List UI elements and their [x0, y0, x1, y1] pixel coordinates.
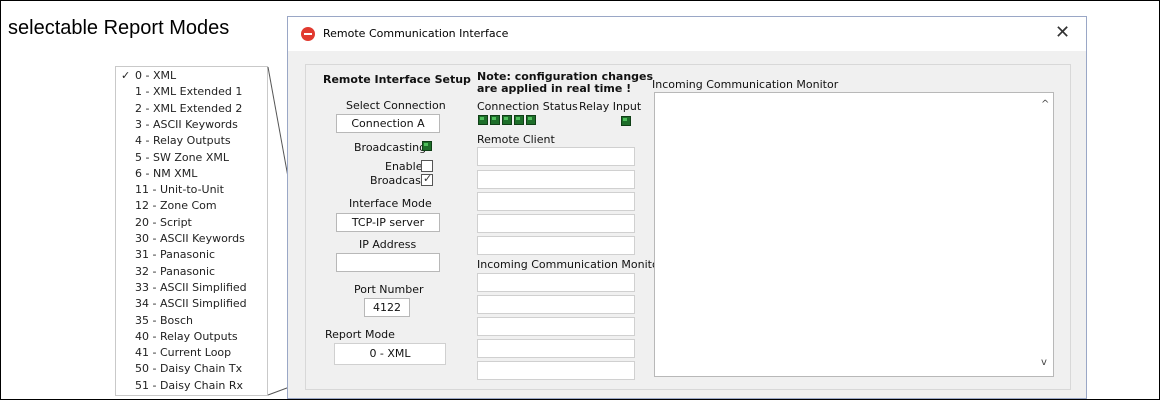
ip-address-input[interactable]: [336, 253, 440, 272]
scroll-up-icon[interactable]: ^: [1041, 99, 1049, 110]
incoming-monitor-textarea[interactable]: ^ v: [654, 92, 1054, 377]
checkmark-icon: ✓: [423, 172, 433, 185]
connection-status-led-icon: [514, 115, 524, 125]
connection-status-label: Connection Status: [477, 100, 578, 113]
broadcasting-label: Broadcasting: [354, 141, 427, 154]
setup-heading: Remote Interface Setup: [323, 73, 471, 86]
remote-communication-dialog: Remote Communication Interface ✕ Remote …: [287, 16, 1087, 399]
enable-label: Enable: [385, 160, 423, 173]
remote-client-label: Remote Client: [477, 133, 555, 146]
incoming-monitor-field: [477, 295, 635, 314]
close-icon[interactable]: ✕: [1055, 23, 1070, 43]
relay-input-led-icon: [621, 116, 631, 126]
incoming-monitor-field: [477, 273, 635, 292]
incoming-monitor-field: [477, 317, 635, 336]
connection-status-led-icon: [490, 115, 500, 125]
interface-mode-field[interactable]: TCP-IP server: [336, 213, 440, 232]
remote-client-field: [477, 170, 635, 189]
connection-status-led-icon: [502, 115, 512, 125]
ip-address-label: IP Address: [359, 238, 417, 251]
note-line-2: are applied in real time !: [477, 82, 632, 95]
port-number-input[interactable]: 4122: [364, 298, 410, 317]
enable-checkbox[interactable]: [421, 160, 433, 172]
window-title: Remote Communication Interface: [323, 27, 509, 40]
incoming-monitor-label-small: Incoming Communication Monitor: [477, 258, 664, 271]
relay-input-label: Relay Input: [579, 100, 642, 113]
remote-client-field: [477, 214, 635, 233]
title-bar[interactable]: Remote Communication Interface ✕: [288, 17, 1086, 51]
connection-status-led-icon: [526, 115, 536, 125]
interface-mode-label: Interface Mode: [349, 197, 432, 210]
incoming-monitor-field: [477, 339, 635, 358]
broadcast-label: Broadcast: [370, 174, 426, 187]
connection-status-led-icon: [478, 115, 488, 125]
broadcast-checkbox[interactable]: ✓: [421, 172, 433, 186]
remote-client-field: [477, 147, 635, 166]
select-connection-field[interactable]: Connection A: [336, 114, 440, 133]
remote-client-field: [477, 192, 635, 211]
report-mode-label: Report Mode: [325, 328, 395, 341]
select-connection-label: Select Connection: [346, 99, 446, 112]
app-logo-icon: [301, 27, 315, 41]
incoming-monitor-field: [477, 361, 635, 380]
report-mode-select[interactable]: 0 - XML: [334, 343, 446, 365]
remote-client-field: [477, 236, 635, 255]
monitor-label: Incoming Communication Monitor: [652, 78, 839, 91]
broadcasting-led-icon: [422, 141, 432, 151]
scroll-down-icon[interactable]: v: [1041, 357, 1047, 368]
port-number-label: Port Number: [354, 283, 424, 296]
